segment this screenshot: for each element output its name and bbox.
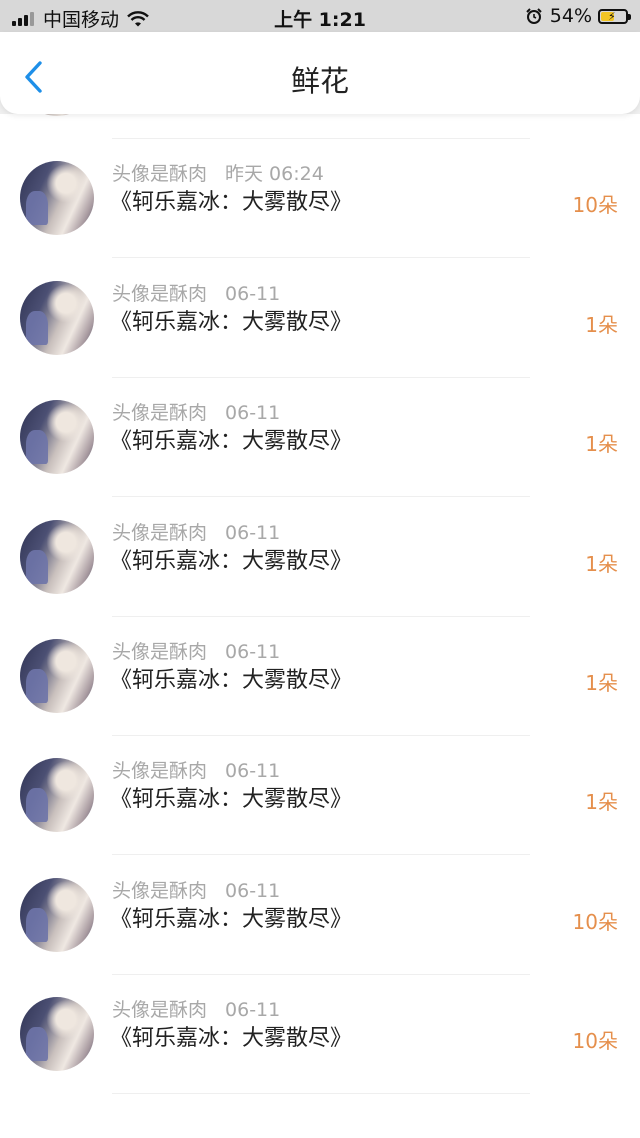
list-item[interactable]: 头像是酥肉 06-11 《轲乐嘉冰：大雾散尽》 1朵 xyxy=(0,378,640,498)
divider xyxy=(112,1093,530,1095)
work-title: 《轲乐嘉冰：大雾散尽》 xyxy=(110,429,353,455)
item-meta: 头像是酥肉 06-11 xyxy=(112,637,280,664)
work-title: 《轲乐嘉冰：大雾散尽》 xyxy=(110,309,353,335)
flower-count: 1朵 xyxy=(585,551,618,576)
work-title: 《轲乐嘉冰：大雾散尽》 xyxy=(110,787,353,813)
work-title: 《轲乐嘉冰：大雾散尽》 xyxy=(110,668,353,693)
work-title: 《轲乐嘉冰：大雾散尽》 xyxy=(110,906,353,932)
avatar[interactable] xyxy=(20,161,94,236)
alarm-icon xyxy=(526,8,542,24)
timestamp: 06-11 xyxy=(225,999,281,1022)
flower-count: 1朵 xyxy=(585,432,618,457)
status-bar: 中国移动 上午 1:21 54% ⚡ xyxy=(0,0,640,32)
avatar[interactable] xyxy=(20,400,94,475)
timestamp: 06-11 xyxy=(225,760,281,783)
timestamp: 昨天 06:24 xyxy=(225,163,324,186)
list-item[interactable]: 头像是酥肉昨天 06:24《轲乐嘉冰：大雾散尽》10朵 xyxy=(0,114,640,139)
list-item[interactable]: 头像是酥肉 06-11 《轲乐嘉冰：大雾散尽》 1朵 xyxy=(0,498,640,617)
username: 头像是酥肉 xyxy=(112,282,208,305)
charging-icon: ⚡ xyxy=(608,9,616,23)
list-item[interactable]: 头像是酥肉 06-11 《轲乐嘉冰：大雾散尽》 1朵 xyxy=(0,259,640,378)
work-title: 《轲乐嘉冰：大雾散尽》 xyxy=(110,190,353,216)
battery-icon: ⚡ xyxy=(598,8,631,24)
username: 头像是酥肉 xyxy=(112,760,208,783)
username: 头像是酥肉 xyxy=(112,641,208,663)
username: 头像是酥肉 xyxy=(112,402,208,425)
username: 头像是酥肉 xyxy=(112,163,208,186)
item-meta: 头像是酥肉 06-11 xyxy=(112,756,280,783)
work-title: 《轲乐嘉冰：大雾散尽》 xyxy=(110,1026,353,1052)
status-right: 54% ⚡ xyxy=(526,5,631,27)
avatar[interactable] xyxy=(20,639,94,713)
timestamp: 06-11 xyxy=(225,521,281,544)
nav-bar: 鲜花 xyxy=(0,32,640,114)
username: 头像是酥肉 xyxy=(112,521,208,544)
item-meta: 头像是酥肉 06-11 xyxy=(112,995,280,1022)
battery-percent: 54% xyxy=(549,5,592,27)
timestamp: 06-11 xyxy=(225,282,281,305)
flower-list: 头像是酥肉昨天 06:24《轲乐嘉冰：大雾散尽》10朵头像是酥肉昨天 06:24… xyxy=(0,114,640,1138)
item-meta: 头像是酥肉 06-11 xyxy=(112,876,280,903)
flower-count: 1朵 xyxy=(585,671,618,695)
avatar[interactable] xyxy=(20,997,94,1072)
item-meta: 头像是酥肉 06-11 xyxy=(112,279,280,306)
work-title: 《轲乐嘉冰：大雾散尽》 xyxy=(110,548,353,574)
page-title: 鲜花 xyxy=(290,64,349,98)
username: 头像是酥肉 xyxy=(112,879,208,902)
timestamp: 06-11 xyxy=(225,402,281,425)
flower-count: 10朵 xyxy=(572,1029,618,1054)
avatar[interactable] xyxy=(20,280,94,355)
item-meta: 头像是酥肉 昨天 06:24 xyxy=(112,159,324,186)
avatar[interactable] xyxy=(20,519,94,594)
flower-count: 1朵 xyxy=(585,790,618,815)
avatar[interactable] xyxy=(20,758,94,833)
avatar[interactable] xyxy=(20,114,94,116)
timestamp: 06-11 xyxy=(225,641,281,663)
username: 头像是酥肉 xyxy=(112,999,208,1022)
list-item[interactable]: 头像是酥肉 06-11 《轲乐嘉冰：大雾散尽》 1朵 xyxy=(0,736,640,856)
list-item[interactable]: 头像是酥肉 06-11 《轲乐嘉冰：大雾散尽》 10朵 xyxy=(0,856,640,975)
list-item[interactable]: 头像是酥肉昨天 06:24 《轲乐嘉冰：大雾散尽》 10朵 xyxy=(0,139,640,259)
flower-count: 10朵 xyxy=(572,909,618,934)
avatar[interactable] xyxy=(20,877,94,952)
flower-count: 10朵 xyxy=(572,193,618,218)
timestamp: 06-11 xyxy=(225,879,281,902)
item-meta: 头像是酥肉 06-11 xyxy=(112,398,280,425)
item-meta: 头像是酥肉 06-11 xyxy=(112,518,280,545)
flower-count: 1朵 xyxy=(585,312,618,337)
list-item[interactable]: 头像是酥肉 06-11 《轲乐嘉冰：大雾散尽》 10朵 xyxy=(0,975,640,1095)
list-item[interactable]: 头像是酥肉 06-11 《轲乐嘉冰：大雾散尽》 1朵 xyxy=(0,617,640,736)
